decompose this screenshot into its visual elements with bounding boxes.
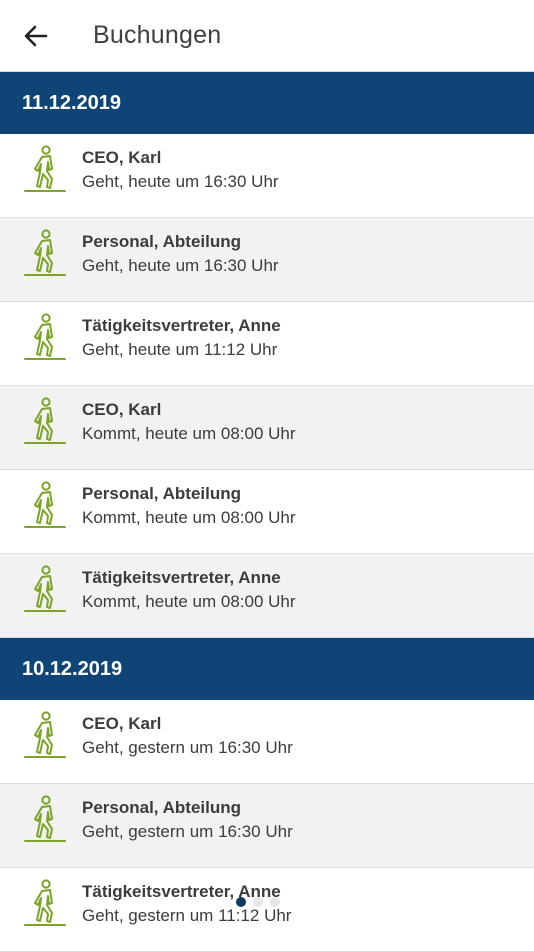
booking-detail: Kommt, heute um 08:00 Uhr [82,508,296,527]
booking-employee-name: Tätigkeitsvertreter, Anne [82,568,281,587]
booking-detail: Geht, heute um 16:30 Uhr [82,256,279,275]
walking-person-icon [24,711,66,758]
booking-employee-name: Personal, Abteilung [82,798,242,817]
booking-row[interactable]: CEO, Karl Kommt, heute um 08:00 Uhr [0,386,534,470]
booking-text: Personal, Abteilung Geht, heute um 16:30 … [82,231,279,279]
booking-employee-name: CEO, Karl [82,714,162,733]
booking-row[interactable]: Tätigkeitsvertreter, Anne Kommt, heute um… [0,554,534,638]
walking-person-icon [24,397,66,444]
bookings-list: 11.12.2019 CEO, Karl Geht, heute um 16:30… [0,72,534,952]
back-button[interactable] [0,0,72,72]
page-indicator [236,897,280,907]
booking-text: CEO, Karl Geht, gestern um 16:30 Uhr [82,713,293,761]
booking-row[interactable]: Personal, Abteilung Geht, heute um 16:30 … [0,218,534,302]
booking-employee-name: Personal, Abteilung [82,484,242,503]
booking-text: Tätigkeitsvertreter, Anne Kommt, heute um… [82,567,296,615]
walking-person-icon [24,229,66,276]
booking-detail: Geht, gestern um 16:30 Uhr [82,822,293,841]
page-dot[interactable] [270,897,280,907]
booking-detail: Kommt, heute um 08:00 Uhr [82,592,296,611]
arrow-left-icon [24,25,48,46]
booking-employee-name: Personal, Abteilung [82,232,242,251]
booking-text: CEO, Karl Kommt, heute um 08:00 Uhr [82,399,296,447]
booking-row[interactable]: Tätigkeitsvertreter, Anne Geht, heute um … [0,302,534,386]
walking-person-icon [24,565,66,612]
booking-text: Tätigkeitsvertreter, Anne Geht, heute um … [82,315,281,363]
page-title: Buchungen [93,21,222,49]
booking-row[interactable]: Personal, Abteilung Geht, gestern um 16:3… [0,784,534,868]
app-header: Buchungen [0,0,534,72]
booking-employee-name: Tätigkeitsvertreter, Anne [82,316,281,335]
booking-text: Personal, Abteilung Geht, gestern um 16:3… [82,797,293,845]
page-dot[interactable] [236,897,246,907]
booking-row[interactable]: Tätigkeitsvertreter, Anne Geht, gestern u… [0,868,534,952]
page-dot[interactable] [253,897,263,907]
booking-row[interactable]: CEO, Karl Geht, heute um 16:30 Uhr [0,134,534,218]
booking-text: Personal, Abteilung Kommt, heute um 08:00… [82,483,296,531]
walking-person-icon [24,879,66,926]
booking-detail: Kommt, heute um 08:00 Uhr [82,424,296,443]
walking-person-icon [24,481,66,528]
booking-employee-name: CEO, Karl [82,400,162,419]
date-header: 11.12.2019 [0,72,534,134]
booking-employee-name: CEO, Karl [82,148,162,167]
booking-detail: Geht, heute um 11:12 Uhr [82,340,278,359]
booking-detail: Geht, gestern um 16:30 Uhr [82,738,293,757]
booking-row[interactable]: Personal, Abteilung Kommt, heute um 08:00… [0,470,534,554]
walking-person-icon [24,313,66,360]
booking-detail: Geht, heute um 16:30 Uhr [82,172,279,191]
walking-person-icon [24,145,66,192]
date-header: 10.12.2019 [0,638,534,700]
walking-person-icon [24,795,66,842]
booking-row[interactable]: CEO, Karl Geht, gestern um 16:30 Uhr [0,700,534,784]
booking-text: CEO, Karl Geht, heute um 16:30 Uhr [82,147,279,195]
